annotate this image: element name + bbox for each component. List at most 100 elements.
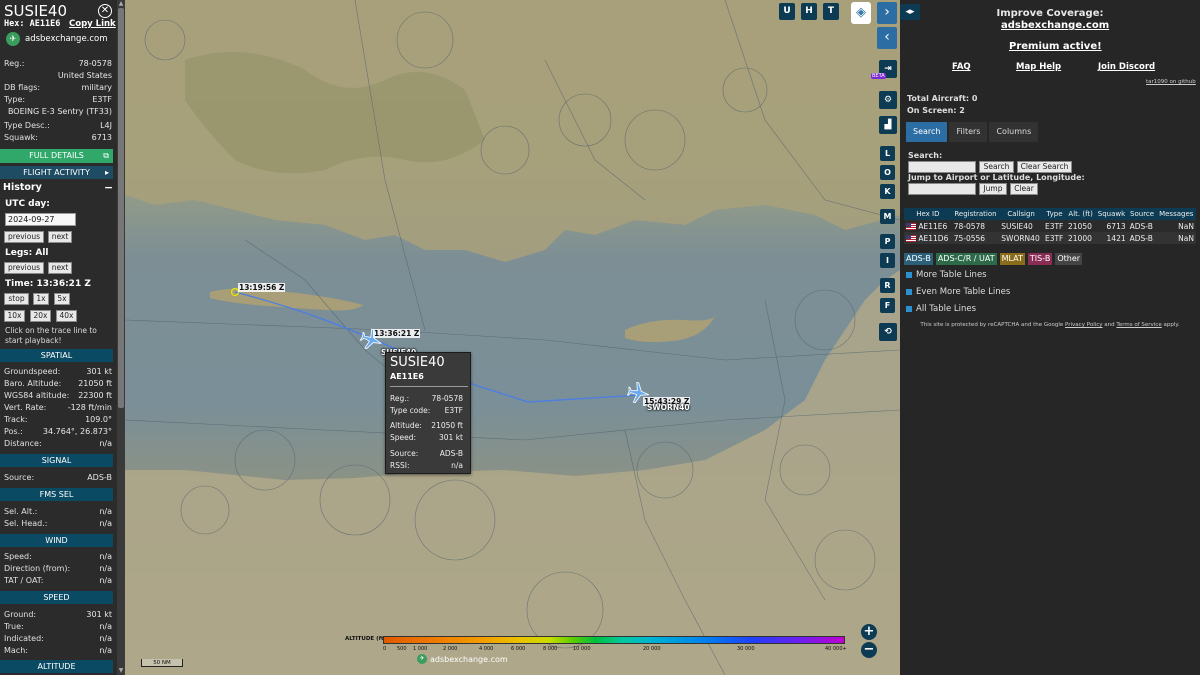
table-row[interactable]: AE11E6 78-0578 SUSIE40 E3TF 21050 6713 A… bbox=[904, 220, 1196, 232]
next-leg-button[interactable]: next bbox=[48, 262, 72, 274]
flight-activity-button[interactable]: FLIGHT ACTIVITY ▸ bbox=[0, 166, 113, 179]
toggle-o-button[interactable]: O bbox=[880, 165, 895, 180]
toggle-r-button[interactable]: R bbox=[880, 278, 895, 293]
on-screen-count: On Screen: 2 bbox=[907, 106, 965, 115]
more-table-lines-toggle[interactable]: More Table Lines bbox=[906, 270, 987, 280]
copy-link[interactable]: Copy Link bbox=[69, 19, 116, 29]
tab-columns[interactable]: Columns bbox=[989, 122, 1039, 142]
adsbx-link[interactable]: adsbexchange.com bbox=[1001, 20, 1109, 31]
scrollbar-thumb[interactable] bbox=[118, 8, 124, 408]
jump-button[interactable]: Jump bbox=[979, 183, 1007, 195]
clear-search-button[interactable]: Clear Search bbox=[1017, 161, 1072, 173]
jump-input[interactable] bbox=[908, 183, 976, 195]
tooltip-row: Source: ADS-B bbox=[390, 449, 463, 458]
toggle-l-button[interactable]: L bbox=[880, 146, 895, 161]
toggle-h-button[interactable]: H bbox=[801, 3, 817, 20]
total-aircraft: Total Aircraft: 0 bbox=[907, 94, 978, 103]
playback-help-text: Click on the trace line to start playbac… bbox=[5, 326, 97, 345]
fms-section-header[interactable]: FMS SEL bbox=[0, 488, 113, 501]
layers-icon[interactable]: ◈ bbox=[851, 2, 871, 24]
col-type[interactable]: Type bbox=[1042, 208, 1066, 220]
speed-40x-button[interactable]: 40x bbox=[56, 310, 77, 322]
toggle-p-button[interactable]: P bbox=[880, 234, 895, 249]
terms-link[interactable]: Terms of Service bbox=[1116, 322, 1161, 328]
map-view[interactable]: 13:19:56 Z 13:36:21 Z 15:43:29 Z SUSIE40… bbox=[125, 0, 900, 675]
cell-hex: AE11E6 bbox=[904, 220, 952, 232]
premium-link[interactable]: Premium active! bbox=[1009, 41, 1102, 52]
previous-leg-button[interactable]: previous bbox=[4, 262, 44, 274]
all-table-lines-toggle[interactable]: All Table Lines bbox=[906, 304, 976, 314]
checkbox-icon[interactable] bbox=[906, 272, 912, 278]
plane-callsign-label: SWORN40 bbox=[647, 403, 690, 412]
source-adsb-chip: ADS-B bbox=[904, 253, 933, 265]
tooltip-row: RSSI: n/a bbox=[390, 461, 463, 470]
zoom-out-button[interactable]: − bbox=[861, 642, 877, 658]
toggle-u-button[interactable]: U bbox=[779, 3, 795, 20]
speed-section-header[interactable]: SPEED bbox=[0, 591, 113, 604]
previous-day-button[interactable]: previous bbox=[4, 231, 44, 243]
full-details-button[interactable]: FULL DETAILS ⧉ bbox=[0, 149, 113, 163]
col-source[interactable]: Source bbox=[1127, 208, 1157, 220]
col-altitude[interactable]: Alt. (ft) bbox=[1066, 208, 1096, 220]
checkbox-icon[interactable] bbox=[906, 289, 912, 295]
cell-altitude: 21000 bbox=[1066, 232, 1096, 244]
next-day-button[interactable]: next bbox=[48, 231, 72, 243]
source-legend: ADS-B ADS-C/R / UAT MLAT TIS-B Other bbox=[904, 253, 1083, 265]
col-callsign[interactable]: Callsign bbox=[999, 208, 1043, 220]
clear-jump-button[interactable]: Clear bbox=[1010, 183, 1038, 195]
settings-gear-icon[interactable]: ⚙ bbox=[879, 91, 897, 109]
scroll-down-icon[interactable]: ▼ bbox=[117, 667, 125, 675]
speed-5x-button[interactable]: 5x bbox=[54, 293, 70, 305]
info-panel-scrollbar[interactable]: ▲ ▼ bbox=[117, 0, 125, 675]
chevron-left-icon[interactable]: ‹ bbox=[877, 27, 897, 49]
collapse-history-icon[interactable]: − bbox=[104, 181, 113, 194]
search-input[interactable] bbox=[908, 161, 976, 173]
chevron-right-icon[interactable]: › bbox=[877, 2, 897, 24]
toggle-f-button[interactable]: F bbox=[880, 298, 895, 313]
source-site-row[interactable]: ✈ adsbexchange.com bbox=[6, 32, 108, 46]
speed-1x-button[interactable]: 1x bbox=[33, 293, 49, 305]
detail-reg: Reg.: 78-0578 bbox=[4, 59, 112, 68]
scroll-up-icon[interactable]: ▲ bbox=[117, 0, 125, 8]
detail-type-name: BOEING E-3 Sentry (TF33) bbox=[7, 107, 112, 116]
signal-section-header[interactable]: SIGNAL bbox=[0, 454, 113, 467]
cell-type: E3TF bbox=[1042, 220, 1066, 232]
table-row[interactable]: AE11D6 75-0556 SWORN40 E3TF 21000 1421 A… bbox=[904, 232, 1196, 244]
toggle-i-button[interactable]: I bbox=[880, 253, 895, 268]
col-registration[interactable]: Registration bbox=[951, 208, 1000, 220]
replay-icon[interactable]: ⟲ bbox=[879, 323, 897, 341]
col-hex-id[interactable]: Hex ID bbox=[904, 208, 952, 220]
source-other-chip: Other bbox=[1055, 253, 1083, 265]
faq-link[interactable]: FAQ bbox=[952, 62, 971, 72]
join-discord-link[interactable]: Join Discord bbox=[1098, 62, 1155, 72]
map-help-link[interactable]: Map Help bbox=[1016, 62, 1061, 72]
close-icon[interactable]: ✕ bbox=[98, 4, 112, 18]
col-squawk[interactable]: Squawk bbox=[1095, 208, 1128, 220]
cell-callsign: SWORN40 bbox=[999, 232, 1043, 244]
tooltip-row: Type code: E3TF bbox=[390, 406, 463, 415]
tab-filters[interactable]: Filters bbox=[949, 122, 988, 142]
filter-icon[interactable]: ▟ bbox=[879, 116, 897, 134]
privacy-policy-link[interactable]: Privacy Policy bbox=[1065, 322, 1102, 328]
altitude-section-header[interactable]: ALTITUDE bbox=[0, 660, 113, 673]
col-messages[interactable]: Messages bbox=[1156, 208, 1196, 220]
cell-registration: 78-0578 bbox=[951, 220, 1000, 232]
spatial-section-header[interactable]: SPATIAL bbox=[0, 349, 113, 362]
speed-10x-button[interactable]: 10x bbox=[4, 310, 25, 322]
toggle-t-button[interactable]: T bbox=[823, 3, 839, 20]
toggle-k-button[interactable]: K bbox=[880, 184, 895, 199]
stop-button[interactable]: stop bbox=[4, 293, 29, 305]
checkbox-icon[interactable] bbox=[906, 306, 912, 312]
speed-20x-button[interactable]: 20x bbox=[30, 310, 51, 322]
tooltip-callsign: SUSIE40 bbox=[390, 355, 445, 370]
wind-section-header[interactable]: WIND bbox=[0, 534, 113, 547]
spatial-row: Baro. Altitude: 21050 ft bbox=[4, 379, 112, 388]
spatial-row: Track: 109.0° bbox=[4, 415, 112, 424]
toggle-m-button[interactable]: M bbox=[880, 209, 895, 224]
even-more-table-lines-toggle[interactable]: Even More Table Lines bbox=[906, 287, 1010, 297]
github-link[interactable]: tar1090 on github bbox=[1146, 79, 1196, 85]
tab-search[interactable]: Search bbox=[906, 122, 948, 142]
zoom-in-button[interactable]: + bbox=[861, 624, 877, 640]
utc-day-input[interactable]: 2024-09-27 bbox=[5, 213, 76, 226]
search-button[interactable]: Search bbox=[979, 161, 1014, 173]
